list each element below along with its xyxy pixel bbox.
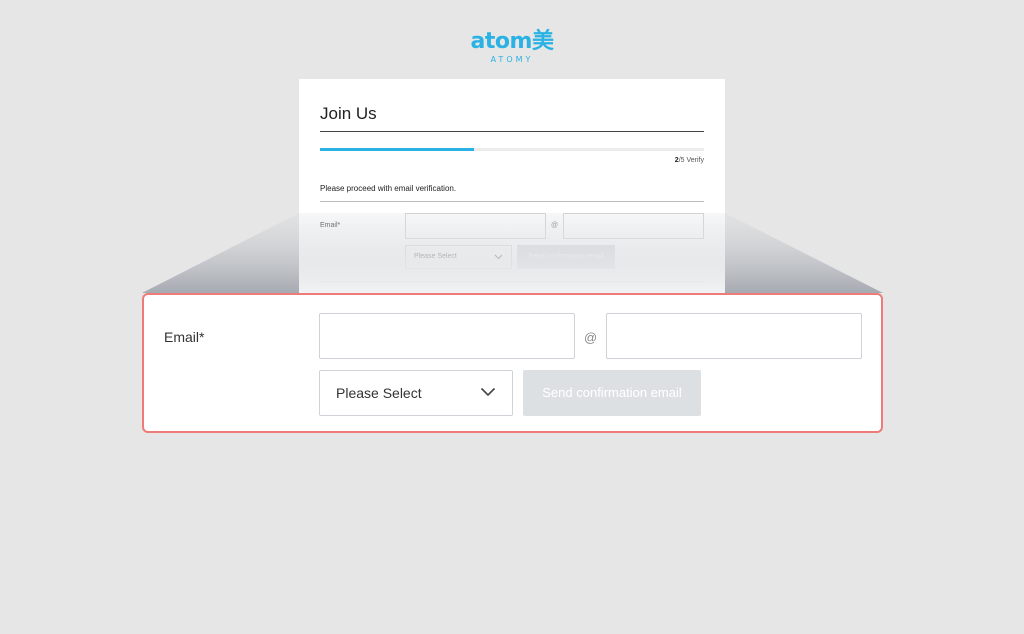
domain-select-value: Please Select bbox=[336, 385, 422, 401]
at-symbol-small: @ bbox=[551, 222, 559, 229]
logo-wordmark: atom美 bbox=[470, 29, 554, 54]
email-domain-input[interactable] bbox=[606, 313, 862, 359]
email-domain-input-small[interactable] bbox=[563, 213, 704, 239]
page-title: Join Us bbox=[320, 104, 377, 123]
join-form-card: Join Us 2/5 Verify Please proceed with e… bbox=[299, 79, 725, 311]
domain-select-small-value: Please Select bbox=[414, 253, 457, 260]
chevron-down-icon bbox=[480, 387, 496, 397]
email-label: Email* bbox=[164, 329, 205, 345]
form-bottom-divider bbox=[320, 281, 704, 282]
progress-fill bbox=[320, 148, 474, 151]
at-symbol: @ bbox=[584, 330, 598, 345]
step-indicator: 2/5 Verify bbox=[675, 157, 704, 164]
title-divider bbox=[320, 131, 704, 132]
email-zoom-panel: Email* @ Please Select Send confirmation… bbox=[142, 293, 883, 433]
instruction-divider bbox=[320, 201, 704, 202]
progress-bar bbox=[320, 148, 704, 151]
email-label-small: Email* bbox=[320, 222, 341, 229]
atomy-logo[interactable]: atom美 ATOMY bbox=[0, 30, 1024, 65]
domain-select[interactable]: Please Select bbox=[319, 370, 513, 416]
step-name: Verify bbox=[686, 157, 704, 164]
send-confirmation-button-small[interactable]: Send confirmation email bbox=[517, 245, 615, 269]
logo-subtitle: ATOMY bbox=[490, 55, 534, 64]
instruction-text: Please proceed with email verification. bbox=[320, 184, 457, 193]
email-local-input-small[interactable] bbox=[405, 213, 546, 239]
step-total: /5 bbox=[678, 157, 685, 164]
domain-select-small[interactable]: Please Select bbox=[405, 245, 512, 269]
send-confirmation-button[interactable]: Send confirmation email bbox=[523, 370, 701, 416]
email-local-input[interactable] bbox=[319, 313, 575, 359]
chevron-down-icon bbox=[494, 254, 503, 260]
